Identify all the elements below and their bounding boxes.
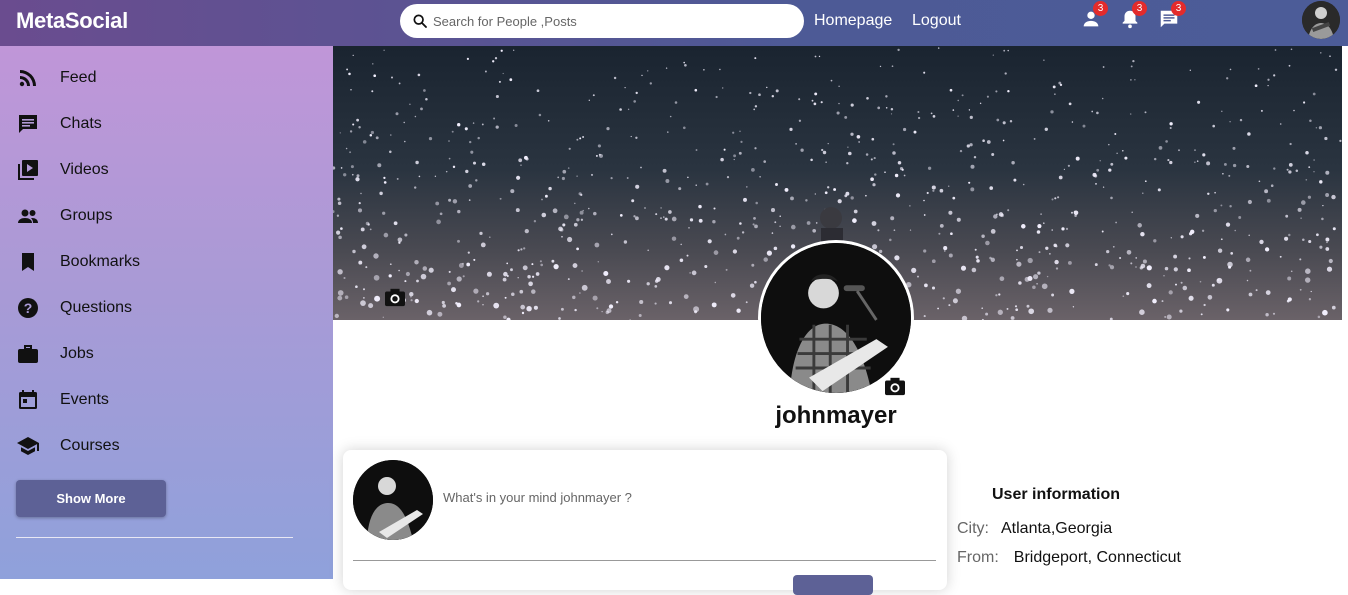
avatar-photo — [1302, 1, 1340, 39]
sidebar-item-label: Events — [60, 391, 109, 408]
friend-requests-button[interactable]: 3 — [1080, 1, 1108, 34]
sidebar-item-events[interactable]: Events — [16, 385, 109, 415]
top-bar: MetaSocial Homepage Logout 3 3 3 — [0, 0, 1348, 46]
user-info-title: User information — [992, 486, 1121, 503]
info-key: City: — [957, 520, 989, 537]
info-key: From: — [957, 549, 999, 566]
avatar[interactable] — [1302, 1, 1340, 39]
school-icon — [17, 437, 39, 455]
share-post-input[interactable] — [443, 490, 923, 505]
avatar — [353, 460, 433, 540]
share-avatar-photo — [353, 460, 433, 540]
user-info-row-from: From: Bridgeport, Connecticut — [957, 549, 1181, 567]
briefcase-icon — [18, 345, 38, 363]
sidebar-item-chats[interactable]: Chats — [16, 109, 102, 139]
search-icon — [413, 14, 427, 28]
sidebar-item-groups[interactable]: Groups — [16, 201, 112, 231]
friend-requests-badge: 3 — [1093, 1, 1108, 16]
sidebar: Feed Chats Videos Groups Bookmarks ? Que… — [0, 46, 333, 579]
profile-picture[interactable] — [758, 240, 914, 396]
notifications-badge: 3 — [1132, 1, 1147, 16]
chat-icon — [19, 115, 37, 133]
divider — [353, 560, 936, 561]
sidebar-item-videos[interactable]: Videos — [16, 155, 109, 185]
sidebar-item-label: Questions — [60, 299, 133, 316]
sidebar-item-label: Bookmarks — [60, 253, 141, 270]
show-more-button[interactable]: Show More — [16, 480, 166, 517]
user-info-row-city: City: Atlanta,Georgia — [957, 520, 1112, 538]
profile-username: johnmayer — [775, 402, 897, 429]
help-icon: ? — [18, 298, 38, 318]
sidebar-item-label: Videos — [60, 161, 109, 178]
share-post-card — [343, 450, 947, 595]
divider — [16, 537, 293, 538]
sidebar-item-courses[interactable]: Courses — [16, 431, 120, 461]
notifications-button[interactable]: 3 — [1119, 1, 1147, 34]
camera-icon[interactable] — [384, 287, 406, 307]
messages-badge: 3 — [1171, 1, 1186, 16]
sidebar-item-label: Jobs — [60, 345, 94, 362]
sidebar-item-label: Courses — [60, 437, 120, 454]
sidebar-item-bookmarks[interactable]: Bookmarks — [16, 247, 140, 277]
profile-photo — [761, 243, 911, 393]
homepage-link[interactable]: Homepage — [814, 12, 892, 30]
svg-text:?: ? — [24, 300, 33, 316]
info-value: Bridgeport, Connecticut — [1013, 549, 1181, 566]
video-library-icon — [18, 160, 38, 180]
camera-icon[interactable] — [884, 376, 906, 396]
share-button[interactable] — [793, 575, 873, 595]
rss-feed-icon — [19, 70, 36, 87]
sidebar-item-jobs[interactable]: Jobs — [16, 339, 94, 369]
app-logo[interactable]: MetaSocial — [16, 8, 128, 34]
sidebar-item-questions[interactable]: ? Questions — [16, 293, 132, 323]
search-bar[interactable] — [400, 4, 804, 38]
group-icon — [18, 209, 38, 223]
bookmark-icon — [22, 253, 34, 271]
info-value: Atlanta,Georgia — [1001, 520, 1113, 537]
sidebar-item-feed[interactable]: Feed — [16, 63, 96, 93]
calendar-icon — [19, 390, 37, 409]
sidebar-item-label: Feed — [60, 69, 97, 86]
logout-link[interactable]: Logout — [912, 12, 961, 30]
sidebar-item-label: Chats — [60, 115, 102, 132]
sidebar-item-label: Groups — [60, 207, 113, 224]
search-input[interactable] — [433, 13, 793, 29]
messages-button[interactable]: 3 — [1158, 1, 1186, 34]
